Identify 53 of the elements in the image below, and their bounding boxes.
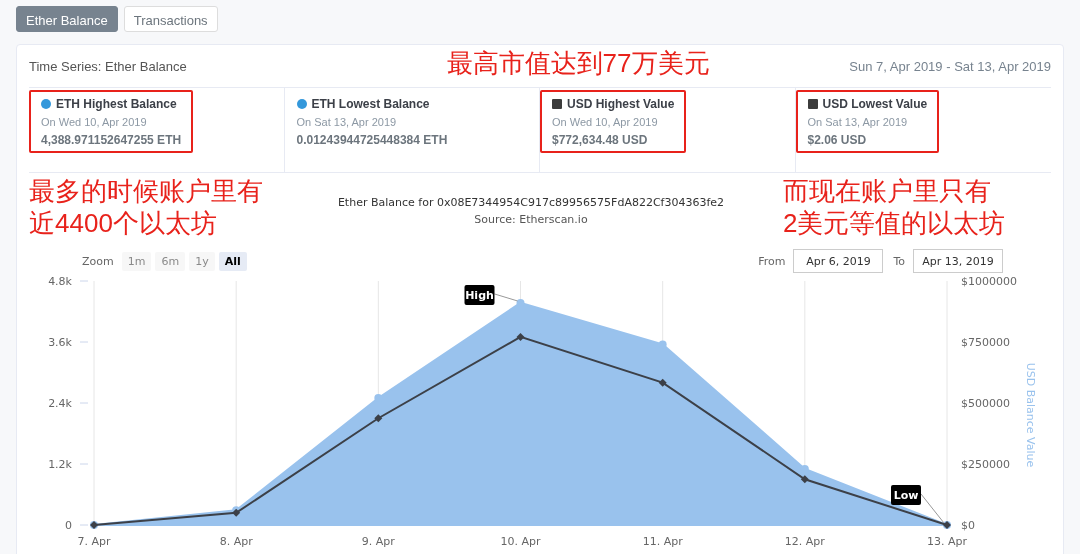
x-axis-label: 7. Apr xyxy=(77,535,111,548)
x-axis-label: 8. Apr xyxy=(219,535,253,548)
x-axis-label: 10. Apr xyxy=(500,535,541,548)
y-axis-label: 3.6k xyxy=(48,336,72,349)
annotation-text: 最多的时候账户里有 xyxy=(29,175,263,207)
y-axis-label: $250000 xyxy=(961,458,1010,471)
axis-title: USD Balance Value xyxy=(1024,362,1037,468)
x-axis-label: 13. Apr xyxy=(927,535,967,548)
x-axis-label: 11. Apr xyxy=(642,535,683,548)
chart-annotation: Low xyxy=(891,485,921,505)
stat-label: USD Highest Value xyxy=(567,97,675,111)
point xyxy=(800,475,809,484)
y-axis-label: $0 xyxy=(961,519,975,532)
stat-value: $772,634.48 USD xyxy=(552,133,649,147)
x-axis-label: 9. Apr xyxy=(361,535,395,548)
point xyxy=(516,332,525,341)
y-axis-label: $1000000 xyxy=(961,275,1017,288)
point xyxy=(374,414,383,423)
y-axis-label: 0 xyxy=(65,519,72,532)
point xyxy=(658,378,667,387)
annotation-text: 最高市值达到77万美元 xyxy=(446,47,710,79)
y-axis-label: 4.8k xyxy=(48,275,72,288)
chart-title: Ether Balance for 0x08E7344954C917c89956575FdA822Cf304363fe2 xyxy=(337,196,725,209)
zoom-label: Zoom xyxy=(82,254,114,268)
tab[interactable]: Ether Balance xyxy=(16,6,118,32)
stat-date: On Wed 10, Apr 2019 xyxy=(41,116,148,128)
y-axis-label: $750000 xyxy=(961,336,1010,349)
to-date-field[interactable]: Apr 13, 2019 xyxy=(913,249,1003,273)
chart-subtitle: Source: Etherscan.io xyxy=(474,213,588,226)
panel-title: Time Series: Ether Balance xyxy=(29,58,187,74)
zoom-button[interactable]: All xyxy=(218,251,247,271)
stat-label: ETH Lowest Balance xyxy=(311,97,430,111)
stat-date: On Sat 13, Apr 2019 xyxy=(807,116,909,128)
to-label: To xyxy=(893,254,905,268)
y-axis-label: $500000 xyxy=(961,397,1010,410)
date-range: Sun 7, Apr 2019 - Sat 13, Apr 2019 xyxy=(849,58,1051,74)
stat-value: 4,388.971152647255 ETH xyxy=(41,133,182,147)
from-date-field[interactable]: Apr 6, 2019 xyxy=(793,249,884,273)
tab[interactable]: Transactions xyxy=(123,6,218,32)
y-axis-label: 1.2k xyxy=(48,458,72,471)
from-label: From xyxy=(758,254,786,268)
stat-value: 0.01243944725448384 ETH xyxy=(296,133,448,147)
stat-date: On Sat 13, Apr 2019 xyxy=(296,116,398,128)
stat-date: On Wed 10, Apr 2019 xyxy=(552,116,659,128)
chart-annotation: High xyxy=(464,284,495,305)
x-axis-label: 12. Apr xyxy=(784,535,825,548)
annotation-text: 而现在账户里只有 xyxy=(783,175,991,207)
stat-label: USD Lowest Value xyxy=(822,97,928,111)
annotation-text: 近4400个以太坊 xyxy=(29,207,217,239)
y-axis-label: 2.4k xyxy=(48,397,72,410)
stat-label: ETH Highest Balance xyxy=(56,97,177,111)
annotation-text: 2美元等值的以太坊 xyxy=(783,207,1006,239)
stat-value: $2.06 USD xyxy=(807,133,868,147)
